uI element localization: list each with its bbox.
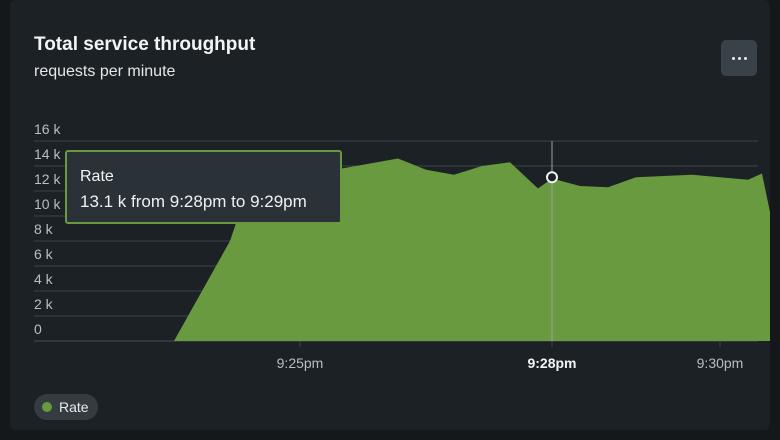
hover-tooltip: Rate 13.1 k from 9:28pm to 9:29pm (65, 150, 342, 224)
legend-label: Rate (59, 399, 89, 415)
x-tick-label: 9:25pm (277, 355, 324, 371)
x-axis-ticks: 9:25pm 9:28pm 9:30pm (277, 341, 744, 371)
throughput-chart-card: Total service throughput requests per mi… (10, 0, 770, 430)
y-tick-label: 16 k (34, 121, 61, 137)
y-tick-label: 14 k (34, 146, 61, 162)
tooltip-series-name: Rate (80, 168, 114, 185)
tooltip-value-text: 13.1 k from 9:28pm to 9:29pm (80, 192, 307, 211)
legend-item-rate[interactable]: Rate (34, 394, 98, 420)
y-tick-label: 2 k (34, 296, 54, 312)
y-tick-label: 12 k (34, 171, 61, 187)
y-tick-label: 0 (34, 321, 42, 337)
x-tick-label: 9:30pm (697, 355, 744, 371)
y-tick-label: 10 k (34, 196, 61, 212)
y-tick-label: 4 k (34, 271, 54, 287)
y-tick-label: 8 k (34, 221, 54, 237)
hover-data-point (546, 171, 558, 184)
x-tick-label: 9:28pm (527, 355, 576, 371)
y-tick-label: 6 k (34, 246, 54, 262)
y-axis-ticks: 0 2 k 4 k 6 k 8 k 10 k 12 k 14 k 16 k (34, 121, 61, 337)
legend-swatch (42, 402, 52, 412)
